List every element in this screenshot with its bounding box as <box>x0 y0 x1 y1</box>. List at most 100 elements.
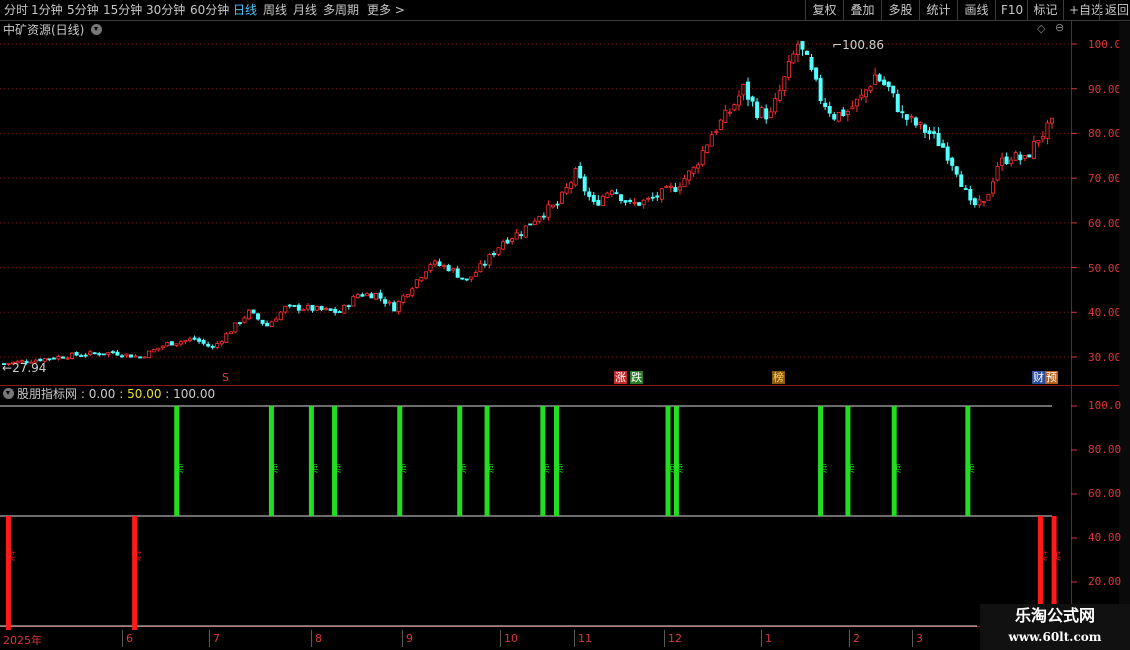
candle-body <box>473 272 478 277</box>
tab-1min[interactable]: 1分钟 <box>31 2 63 18</box>
x-divider <box>849 630 850 647</box>
candle-body <box>632 202 637 204</box>
candle-body <box>637 202 642 206</box>
candle-body <box>877 74 882 82</box>
candle-body <box>183 340 188 343</box>
candle-body <box>659 188 664 200</box>
x-tick: 3 <box>916 632 923 645</box>
candle-body <box>151 349 156 353</box>
candle-body <box>460 277 465 280</box>
candle-body <box>546 204 551 218</box>
overlay-button[interactable]: 叠加 <box>843 0 881 20</box>
tab-monthly[interactable]: 月线 <box>293 2 317 18</box>
candle-body <box>79 355 84 357</box>
signal-bars <box>5 406 1057 630</box>
candle-body <box>269 321 274 328</box>
candle-body <box>197 338 202 342</box>
tab-fenshi[interactable]: 分时 <box>4 2 28 18</box>
candle-body <box>528 223 533 226</box>
multi-stock-button[interactable]: 多股 <box>881 0 919 20</box>
candle-body <box>882 79 887 85</box>
back-button[interactable]: 返回 <box>1099 0 1130 20</box>
candle-body <box>1050 117 1055 124</box>
candle-body <box>805 50 810 55</box>
candle-body <box>936 132 941 147</box>
candle-body <box>519 234 524 237</box>
sell-label: 卖 <box>268 464 279 475</box>
stats-button[interactable]: 统计 <box>919 0 957 20</box>
candle-body <box>591 195 596 202</box>
candle-body <box>913 117 918 126</box>
sell-signal-bar <box>891 406 897 516</box>
candle-body <box>619 194 624 201</box>
f10-button[interactable]: F10 <box>995 0 1027 20</box>
candle-body <box>410 288 415 296</box>
candle-body <box>650 196 655 199</box>
tab-weekly[interactable]: 周线 <box>263 2 287 18</box>
candle-body <box>237 322 242 324</box>
candle-body <box>514 232 519 240</box>
tab-more[interactable]: 更多 > <box>367 2 405 18</box>
candle-body <box>101 353 106 356</box>
candle-body <box>782 76 787 91</box>
mark-button[interactable]: 标记 <box>1027 0 1063 20</box>
candle-body <box>646 197 651 200</box>
candle-body <box>174 343 179 346</box>
candle-body <box>106 351 111 355</box>
candle-body <box>746 81 751 100</box>
indicator-dropdown-icon[interactable] <box>3 388 14 399</box>
tab-60min[interactable]: 60分钟 <box>190 2 229 18</box>
candle-body <box>641 199 646 206</box>
high-price-label: ⌐100.86 <box>832 38 885 52</box>
candle-body <box>773 98 778 113</box>
draw-line-button[interactable]: 画线 <box>957 0 995 20</box>
candle-body <box>1045 122 1050 139</box>
event-marker-s[interactable]: S <box>221 371 230 384</box>
candle-body <box>510 238 515 242</box>
sell-label: 卖 <box>396 464 407 475</box>
candle-body <box>677 186 682 191</box>
candle-body <box>859 94 864 99</box>
candle-body <box>47 358 52 361</box>
fuquan-button[interactable]: 复权 <box>805 0 843 20</box>
tab-30min[interactable]: 30分钟 <box>146 2 185 18</box>
candle-body <box>950 157 955 166</box>
event-marker-finance[interactable]: 财 <box>1032 371 1045 384</box>
period-toolbar: 分时 1分钟 5分钟 15分钟 30分钟 60分钟 日线 周线 月线 多周期 更… <box>0 0 1130 21</box>
candle-body <box>387 301 392 304</box>
indicator-value-2: : 50.00 <box>119 387 162 401</box>
buy-label: 买 <box>5 552 16 563</box>
event-marker-list[interactable]: 榜 <box>772 371 785 384</box>
x-divider <box>574 630 575 647</box>
buy-label: 买 <box>1037 552 1048 563</box>
candle-body <box>564 187 569 194</box>
candle-body <box>537 215 542 222</box>
candle-body <box>555 203 560 206</box>
tab-5min[interactable]: 5分钟 <box>67 2 99 18</box>
indicator-title[interactable]: 股朋指标网 : 0.00 : 50.00 : 100.00 <box>3 386 215 402</box>
tab-15min[interactable]: 15分钟 <box>103 2 142 18</box>
tab-multi-period[interactable]: 多周期 <box>323 2 359 18</box>
candle-body <box>70 352 75 359</box>
candle-body <box>873 74 878 85</box>
event-marker-fall[interactable]: 跌 <box>630 371 643 384</box>
sell-signal-bar <box>332 406 338 516</box>
candle-body <box>210 345 215 348</box>
candle-body <box>491 253 496 256</box>
candle-body <box>623 200 628 203</box>
x-tick: 12 <box>668 632 682 645</box>
x-tick: 8 <box>315 632 322 645</box>
candle-body <box>1022 155 1027 159</box>
candle-body <box>991 181 996 194</box>
candle-body <box>324 308 329 310</box>
candle-body <box>83 354 88 357</box>
add-watchlist-button[interactable]: +自选 <box>1063 0 1103 20</box>
candle-body <box>405 294 410 298</box>
event-marker-rise[interactable]: 涨 <box>614 371 627 384</box>
sell-label: 卖 <box>673 464 684 475</box>
sell-signal-bar <box>308 406 314 516</box>
tab-daily[interactable]: 日线 <box>233 2 257 18</box>
event-marker-forecast[interactable]: 预 <box>1045 371 1058 384</box>
candle-body <box>319 305 324 311</box>
sell-signal-bar <box>845 406 851 516</box>
